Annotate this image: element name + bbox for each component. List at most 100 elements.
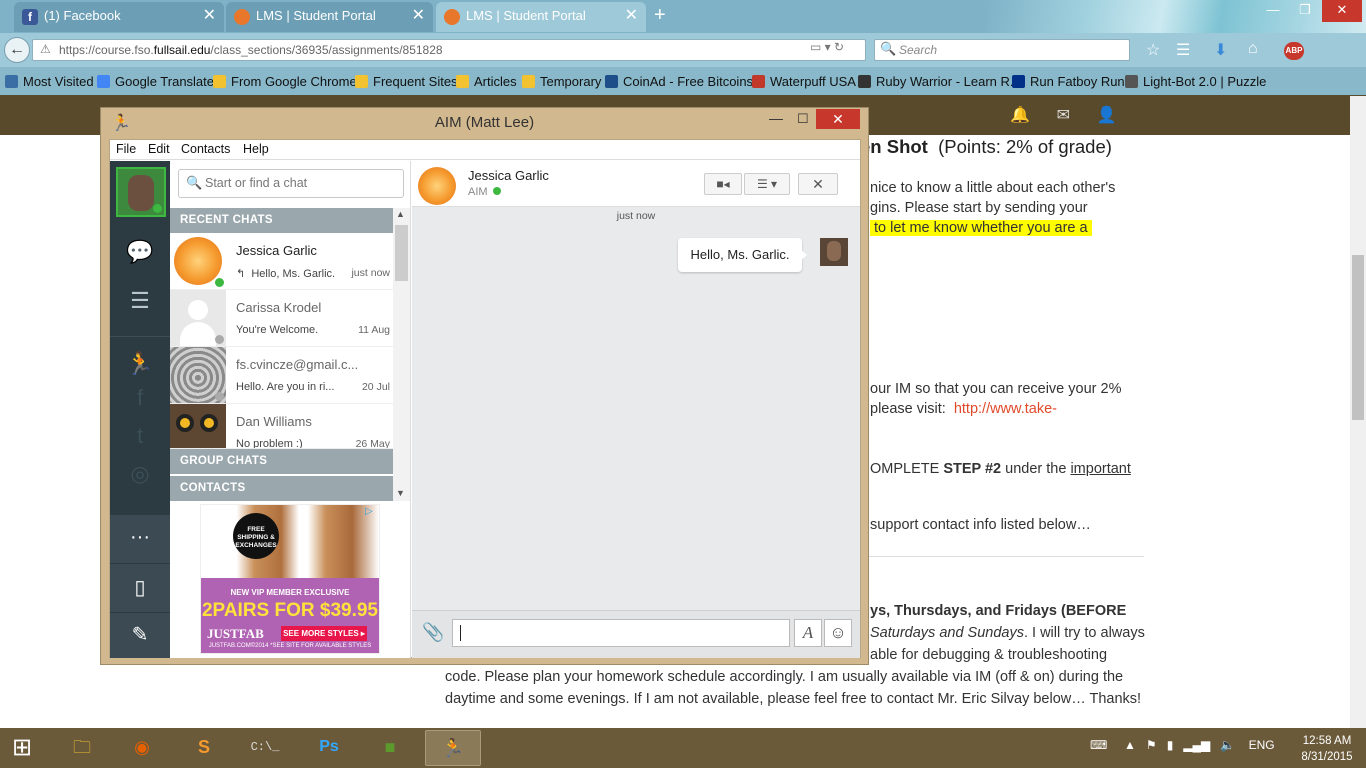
minimize-window-icon[interactable]: — xyxy=(1258,0,1288,22)
firefox-icon[interactable]: ◉ xyxy=(118,730,166,766)
chat-search-input[interactable]: Start or find a chat xyxy=(178,169,404,198)
clock[interactable]: 12:58 AM 8/31/2015 xyxy=(1296,733,1358,765)
battery-icon[interactable]: ▮ xyxy=(1167,738,1174,752)
clock-date: 8/31/2015 xyxy=(1301,751,1353,763)
flag-icon[interactable]: ⚑ xyxy=(1146,738,1157,752)
recent-chats-header[interactable]: RECENT CHATS xyxy=(170,208,393,233)
bookmark-run-fatboy-run[interactable]: Run Fatboy Run xyxy=(1012,73,1125,91)
facebook-icon[interactable]: f xyxy=(122,383,158,413)
bookmark-light-bot[interactable]: Light-Bot 2.0 | Puzzle ... xyxy=(1125,73,1270,91)
adchoices-icon[interactable]: ▷ xyxy=(365,506,373,517)
download-icon[interactable]: ⬇ xyxy=(1214,40,1227,60)
bookmarks-menu-icon[interactable]: ☰ xyxy=(1176,40,1190,60)
text-cursor xyxy=(460,625,461,641)
restore-window-icon[interactable]: ❐ xyxy=(1290,0,1320,22)
bookmark-star-icon[interactable]: ☆ xyxy=(1146,40,1160,60)
page-text: OMPLETE STEP #2 under the important xyxy=(870,461,1131,477)
tab-facebook[interactable]: f (1) Facebook ✕ xyxy=(14,2,224,32)
more-icon[interactable]: ··· xyxy=(110,515,170,563)
aim-sidebar-rail: 💬 ☰ 🏃 f t ◎ ··· ▯ ✎ xyxy=(110,161,170,658)
video-call-button[interactable]: ■◂ xyxy=(704,173,742,195)
take-link[interactable]: http://www.take- xyxy=(954,401,1057,417)
command-prompt-icon[interactable]: C:\_ xyxy=(241,730,289,766)
search-bar[interactable]: Search xyxy=(874,39,1130,61)
menu-edit[interactable]: Edit xyxy=(148,142,170,156)
fullsail-icon xyxy=(234,9,250,25)
my-avatar[interactable] xyxy=(116,167,166,217)
chat-item-cvincze[interactable]: fs.cvincze@gmail.c... Hello. Are you in … xyxy=(170,347,393,404)
show-hidden-icon[interactable]: ▲ xyxy=(1124,738,1136,752)
bookmark-folder-temporary[interactable]: Temporary xyxy=(522,73,601,91)
orange-avatar[interactable] xyxy=(418,167,456,205)
menu-help[interactable]: Help xyxy=(243,142,269,156)
options-menu-button[interactable]: ☰ ▾ xyxy=(744,173,790,195)
close-chat-button[interactable]: ✕ xyxy=(798,173,838,195)
keyboard-icon[interactable]: ⌨ xyxy=(1090,738,1107,752)
contacts-header[interactable]: CONTACTS xyxy=(170,476,393,501)
home-icon[interactable]: ⌂ xyxy=(1248,40,1258,58)
mail-icon[interactable]: ✉ xyxy=(1057,107,1070,124)
chat-list-scroll-thumb[interactable] xyxy=(395,225,408,281)
aim-maximize-icon[interactable]: ☐ xyxy=(797,111,809,127)
adblock-icon[interactable]: ABP xyxy=(1284,42,1304,60)
bookmark-coinad[interactable]: CoinAd - Free Bitcoins xyxy=(605,73,753,91)
minecraft-icon[interactable]: ■ xyxy=(366,730,414,766)
phone-icon[interactable]: ▯ xyxy=(110,564,170,612)
conversation-panel: Jessica Garlic AIM ■◂ ☰ ▾ ✕ just now Hel… xyxy=(412,161,860,658)
menu-contacts[interactable]: Contacts xyxy=(181,142,230,156)
bookmark-folder-articles[interactable]: Articles xyxy=(456,73,517,91)
ad-fineprint: JUSTFAB.COM©2014 *SEE SITE FOR AVAILABLE… xyxy=(208,643,372,649)
aim-icon[interactable]: 🏃 xyxy=(425,730,481,766)
font-button[interactable]: A xyxy=(794,619,822,647)
tab-lms-1[interactable]: LMS | Student Portal ✕ xyxy=(226,2,433,32)
reader-reload-icons[interactable]: ▭ ▾ ↻ xyxy=(810,40,865,54)
bookmark-google-translate[interactable]: Google Translate xyxy=(97,73,214,91)
network-icon[interactable]: ▂▄▆ xyxy=(1183,738,1210,752)
important-link[interactable]: important xyxy=(1070,461,1130,477)
close-window-icon[interactable]: ✕ xyxy=(1322,0,1362,22)
bookmark-most-visited[interactable]: Most Visited xyxy=(5,73,94,91)
scroll-up-icon[interactable]: ▲ xyxy=(396,209,405,219)
volume-icon[interactable]: 🔈 xyxy=(1220,738,1235,752)
aim-icon[interactable]: 🏃 xyxy=(122,349,158,379)
file-explorer-icon[interactable]: 🗀 xyxy=(58,730,106,766)
user-icon[interactable]: 👤 xyxy=(1097,107,1117,124)
contact-list-icon[interactable]: ☰ xyxy=(122,286,158,316)
new-tab-button[interactable]: + xyxy=(654,4,666,27)
bookmark-folder-chrome[interactable]: From Google Chrome xyxy=(213,73,357,91)
bookmark-ruby-warrior[interactable]: Ruby Warrior - Learn R... xyxy=(858,73,1021,91)
tab-lms-active[interactable]: LMS | Student Portal ✕ xyxy=(436,2,646,32)
aim-minimize-icon[interactable]: — xyxy=(769,110,783,126)
chat-item-dan[interactable]: Dan Williams No problem :) 26 May xyxy=(170,404,393,449)
chats-icon[interactable]: 💬 xyxy=(122,237,158,267)
chat-item-carissa[interactable]: Carissa Krodel You're Welcome. 11 Aug xyxy=(170,290,393,347)
back-button[interactable]: ← xyxy=(4,37,30,63)
photoshop-icon[interactable]: Ps xyxy=(305,730,353,766)
windows-start-icon[interactable]: ⊞ xyxy=(12,734,32,762)
language-indicator[interactable]: ENG xyxy=(1249,738,1275,752)
bookmark-waterpuff[interactable]: Waterpuff USA xyxy=(752,73,856,91)
url-bar[interactable]: https://course.fso.fullsail.edu/class_se… xyxy=(32,39,866,61)
emoji-button[interactable]: ☺ xyxy=(824,619,852,647)
message-input[interactable] xyxy=(452,619,790,647)
ad-cta[interactable]: SEE MORE STYLES ▸ xyxy=(281,626,367,641)
sublime-text-icon[interactable]: S xyxy=(180,730,228,766)
compose-icon[interactable]: ✎ xyxy=(110,613,170,658)
page-scroll-thumb[interactable] xyxy=(1352,255,1364,420)
close-tab-icon[interactable]: ✕ xyxy=(625,2,638,30)
close-tab-icon[interactable]: ✕ xyxy=(203,2,216,30)
menu-file[interactable]: File xyxy=(116,142,136,156)
advertisement[interactable]: FREE SHIPPING & EXCHANGES ▷ NEW VIP MEMB… xyxy=(200,504,380,654)
aim-close-button[interactable]: ✕ xyxy=(816,109,860,129)
scroll-down-icon[interactable]: ▼ xyxy=(396,488,405,498)
chat-item-jessica[interactable]: Jessica Garlic ↰ Hello, Ms. Garlic. just… xyxy=(170,233,393,290)
close-tab-icon[interactable]: ✕ xyxy=(412,2,425,30)
group-chats-header[interactable]: GROUP CHATS xyxy=(170,449,393,474)
instagram-icon[interactable]: ◎ xyxy=(122,459,158,489)
bell-icon[interactable]: 🔔 xyxy=(1010,107,1030,124)
twitter-icon[interactable]: t xyxy=(122,421,158,451)
globe-icon xyxy=(5,75,18,88)
paperclip-icon[interactable]: 📎 xyxy=(422,622,444,643)
warning-icon[interactable]: ⚠ xyxy=(40,42,51,56)
bookmark-folder-frequent[interactable]: Frequent Sites xyxy=(355,73,458,91)
